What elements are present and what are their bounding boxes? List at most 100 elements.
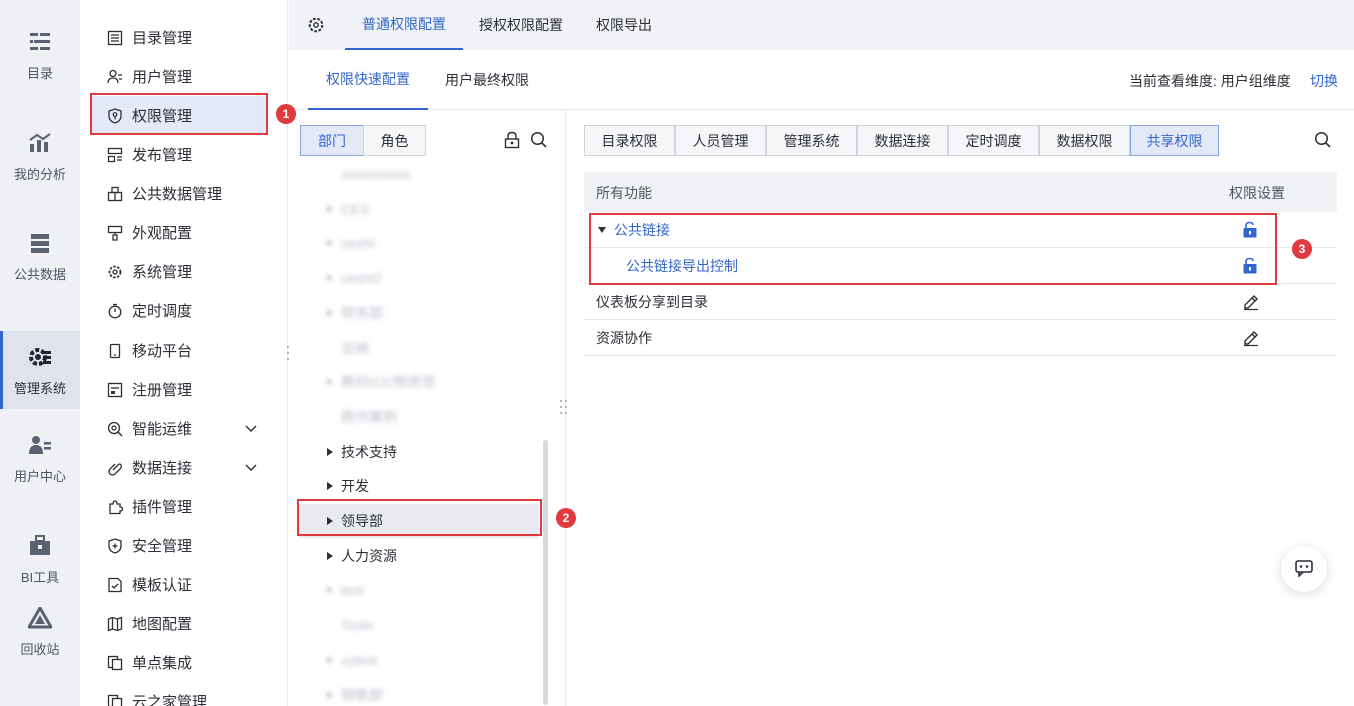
nav-item-registration[interactable]: 注册管理 [90, 370, 268, 409]
tree-node[interactable]: cesht [327, 226, 374, 260]
tree-node-label: CES [341, 200, 370, 217]
edit-icon[interactable] [1242, 329, 1260, 347]
switch-dimension-link[interactable]: 切换 [1310, 71, 1338, 91]
expand-arrow-icon[interactable] [327, 378, 333, 387]
tree-node[interactable]: 图书案例 [327, 400, 397, 434]
table-row[interactable]: 仪表板分享到目录 [584, 284, 1337, 320]
nav-item-map-config[interactable]: 地图配置 [90, 604, 268, 643]
expand-arrow-icon[interactable] [327, 308, 333, 317]
tab-quick-config[interactable]: 权限快速配置 [308, 50, 428, 110]
expand-arrow-icon[interactable] [327, 239, 333, 248]
tree-node[interactable]: xytest [327, 643, 378, 677]
rail-item-recycle[interactable]: 回收站 [0, 592, 80, 670]
chevron-down-icon[interactable] [244, 460, 258, 478]
rail-item-user-center[interactable]: 用户中心 [0, 419, 80, 497]
expand-arrow-icon[interactable] [327, 482, 333, 491]
tree-node[interactable]: 教材ICC物资项 [327, 365, 435, 399]
nav-item-scheduling[interactable]: 定时调度 [90, 291, 268, 330]
recycle-icon [27, 605, 53, 631]
nav-item-sso[interactable]: 单点集成 [90, 643, 268, 682]
expand-arrow-icon[interactable] [327, 551, 333, 560]
tree-node[interactable]: CES [327, 192, 370, 226]
nav-label: 目录管理 [132, 30, 193, 47]
tab-grant-permission[interactable]: 授权权限配置 [479, 0, 563, 50]
search-icon[interactable] [530, 131, 548, 152]
nav-item-catalog-management[interactable]: 目录管理 [90, 18, 268, 57]
rail-item-catalog[interactable]: 目录 [0, 16, 80, 94]
expand-arrow-icon[interactable] [327, 274, 333, 283]
tree-node[interactable]: 人力资源 [327, 539, 397, 573]
tree-node-label: 人力资源 [341, 547, 397, 564]
row-text[interactable]: 公共链接导出控制 [626, 248, 738, 284]
expand-arrow-icon[interactable] [327, 447, 333, 456]
tab-permission-export[interactable]: 权限导出 [596, 0, 652, 50]
nav-item-smart-ops[interactable]: 智能运维 [90, 409, 268, 448]
unlock-icon[interactable] [1242, 221, 1260, 239]
rail-item-management[interactable]: 管理系统 [0, 331, 80, 409]
tree-node[interactable]: cesht2 [327, 261, 382, 295]
expand-arrow-icon[interactable] [327, 655, 333, 664]
tree-node[interactable]: Toolx [327, 608, 374, 642]
chevron-down-icon[interactable] [244, 421, 258, 439]
tree-node[interactable]: 出纳 [327, 331, 369, 365]
tab-management-system[interactable]: 管理系统 [766, 125, 857, 156]
table-row[interactable]: 公共链接导出控制 [584, 248, 1337, 284]
settings-gear-icon[interactable] [307, 0, 325, 50]
tree-node[interactable]: test [327, 573, 364, 607]
edit-icon[interactable] [1242, 293, 1260, 311]
expand-arrow-icon[interactable] [327, 690, 333, 699]
lock-icon[interactable] [503, 131, 521, 152]
tree-node[interactable]: 技术支持 [327, 435, 397, 469]
nav-item-security-management[interactable]: 安全管理 [90, 526, 268, 565]
segment-department[interactable]: 部门 [300, 125, 364, 156]
search-icon[interactable] [1314, 131, 1332, 152]
gear-manage-icon [27, 344, 53, 370]
nav-item-public-data-management[interactable]: 公共数据管理 [90, 174, 268, 213]
annotation-badge-3: 3 [1292, 239, 1312, 259]
tab-catalog-permission[interactable]: 目录权限 [584, 125, 675, 156]
tree-node[interactable]: 开发 [327, 469, 369, 503]
icon-rail: 目录 我的分析 公共数据 管理系统 用户中心 BI工具 回收站 [0, 0, 80, 706]
table-row[interactable]: 资源协作 [584, 320, 1337, 356]
tree-node[interactable]: 销售部 [327, 678, 383, 706]
tab-scheduling[interactable]: 定时调度 [948, 125, 1039, 156]
rail-label: 我的分析 [13, 166, 66, 182]
nav-item-template-certification[interactable]: 模板认证 [90, 565, 268, 604]
nav-item-publish-management[interactable]: 发布管理 [90, 135, 268, 174]
expand-arrow-icon[interactable] [327, 517, 333, 525]
expand-arrow-icon[interactable] [327, 586, 333, 595]
nav-item-system-management[interactable]: 系统管理 [90, 252, 268, 291]
tab-user-final-permission[interactable]: 用户最终权限 [445, 50, 529, 110]
row-label[interactable]: 公共链接 [596, 212, 670, 248]
expand-arrow-icon[interactable] [327, 204, 333, 213]
tab-personnel-management[interactable]: 人员管理 [675, 125, 766, 156]
nav-label: 模板认证 [132, 577, 193, 594]
nav-item-appearance[interactable]: 外观配置 [90, 213, 268, 252]
tree-node[interactable]: 领导部 [299, 504, 539, 538]
nav-item-mobile-platform[interactable]: 移动平台 [90, 331, 268, 370]
tree-node[interactable]: xxxxxxxxxx [327, 157, 411, 191]
tree-scrollbar[interactable] [543, 440, 548, 705]
segment-role[interactable]: 角色 [363, 125, 426, 156]
unlock-icon[interactable] [1242, 257, 1260, 275]
rail-label: 公共数据 [13, 266, 66, 282]
nav-item-plugin-management[interactable]: 插件管理 [90, 487, 268, 526]
tab-normal-permission[interactable]: 普通权限配置 [345, 0, 463, 50]
tree-node[interactable]: 财务部 [327, 296, 383, 330]
expand-triangle-icon[interactable] [598, 227, 606, 233]
mobile-icon [106, 342, 124, 360]
rail-item-public-data[interactable]: 公共数据 [0, 217, 80, 295]
rail-item-my-analysis[interactable]: 我的分析 [0, 117, 80, 195]
tab-data-permission[interactable]: 数据权限 [1039, 125, 1130, 156]
nav-item-permission-management[interactable]: 权限管理 [90, 96, 268, 135]
tab-share-permission[interactable]: 共享权限 [1130, 125, 1219, 156]
nav-item-user-management[interactable]: 用户管理 [90, 57, 268, 96]
nav-item-cloud-management[interactable]: 云之家管理 [90, 682, 268, 706]
table-row[interactable]: 公共链接 [584, 212, 1337, 248]
rail-item-bi-tools[interactable]: BI工具 [0, 520, 80, 598]
nav-item-data-connection[interactable]: 数据连接 [90, 448, 268, 487]
rail-label: 回收站 [20, 641, 60, 657]
floating-chat-button[interactable] [1281, 546, 1327, 592]
toolbox-icon [27, 533, 53, 559]
tab-data-connection[interactable]: 数据连接 [857, 125, 948, 156]
